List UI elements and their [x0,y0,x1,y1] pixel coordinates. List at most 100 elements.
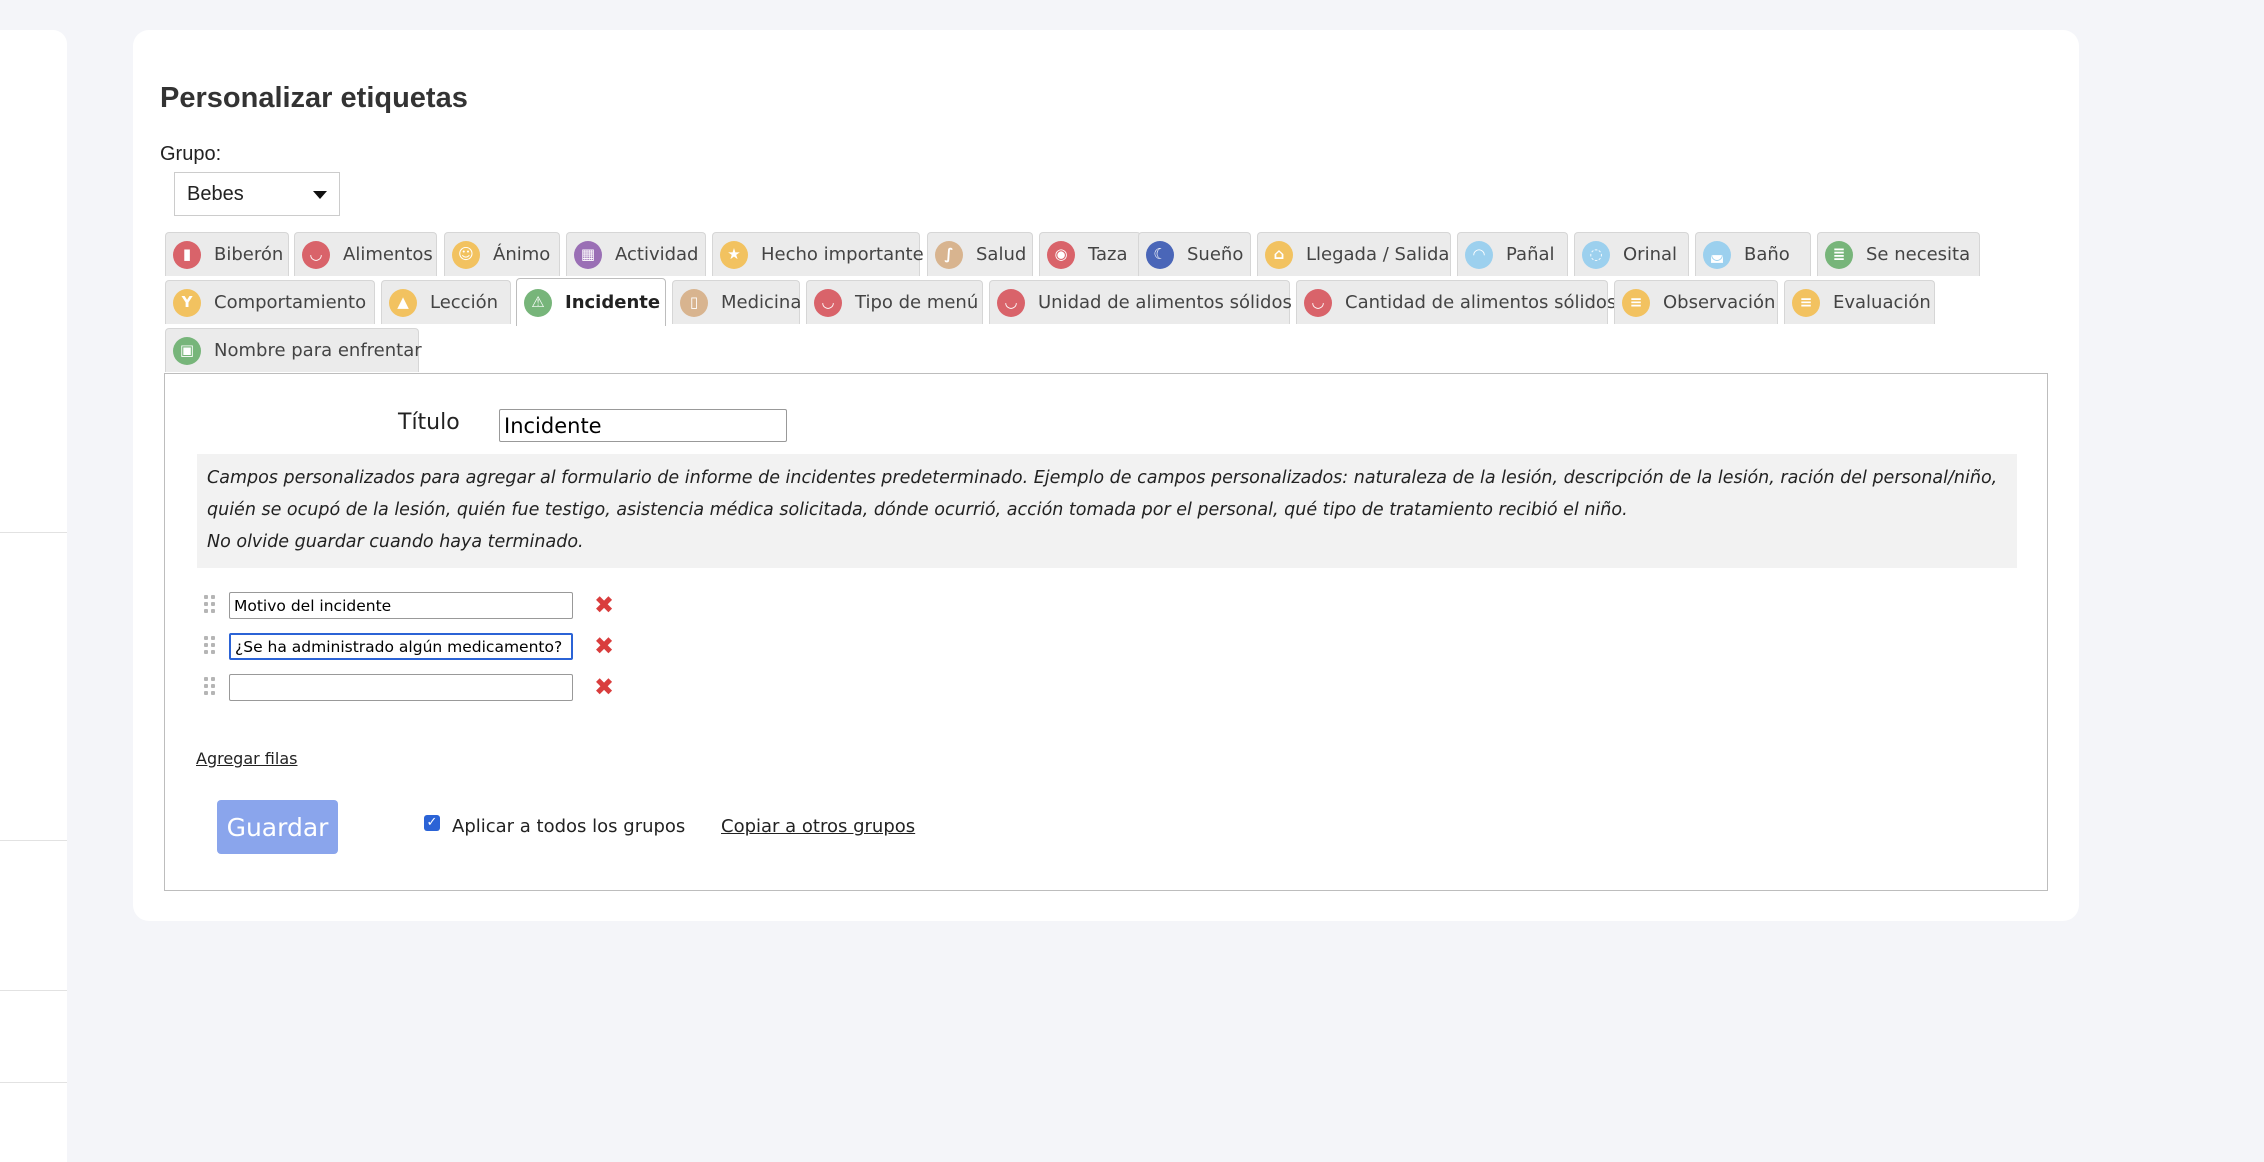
tab-label: Medicina [721,292,802,313]
notepad-icon: ≡ [1792,288,1820,317]
tab-nombre-para-enfrentar[interactable]: ▣ Nombre para enfrentar [165,328,422,372]
custom-field-input[interactable] [229,674,573,701]
tab-salud[interactable]: ∫ Salud [927,232,1033,276]
sidebar-divider [0,1082,67,1083]
tab-label: Incidente [565,292,661,313]
blocks-icon: ▦ [574,240,602,269]
tab-label: Observación [1663,292,1776,313]
stethoscope-icon: ∫ [935,240,963,269]
tab-evaluación[interactable]: ≡ Evaluación [1784,280,1935,324]
chevron-down-icon [313,191,327,199]
tab-unidad-de-alimentos-sólidos[interactable]: ◡ Unidad de alimentos sólidos [989,280,1292,324]
title-field-label: Título [398,410,460,435]
tab-incidente[interactable]: ⚠ Incidente [516,278,666,326]
sidebar-divider [0,840,67,841]
tab-hecho-importante[interactable]: ★ Hecho importante [712,232,924,276]
drag-handle-icon[interactable] [201,674,217,696]
notepad-icon: ≡ [1622,288,1650,317]
tab-label: Ánimo [493,244,551,265]
graduation-cap-icon: ▲ [389,288,417,317]
info-box: Campos personalizados para agregar al fo… [197,454,2017,568]
delete-row-icon[interactable]: ✖ [593,633,615,659]
tab-label: Llegada / Salida [1306,244,1450,265]
sidebar-divider [0,532,67,533]
bowl-icon: ◡ [302,240,330,269]
title-input[interactable] [499,409,787,442]
tab-label: Unidad de alimentos sólidos [1038,292,1292,313]
info-text-line: Campos personalizados para agregar al fo… [207,468,1998,488]
drag-handle-icon[interactable] [201,592,217,614]
custom-field-input[interactable] [229,633,573,660]
tab-baño[interactable]: ◛ Baño [1695,232,1811,276]
bowl-icon: ◡ [997,288,1025,317]
apply-all-checkbox[interactable]: ✓ [424,815,440,831]
tab-pañal[interactable]: ◠ Pañal [1457,232,1568,276]
left-sidebar [0,30,67,1162]
warning-icon: ⚠ [524,288,552,317]
copy-to-groups-link[interactable]: Copiar a otros grupos [721,816,915,837]
tab-tipo-de-menú[interactable]: ◡ Tipo de menú [806,280,983,324]
medicine-bottle-icon: ▯ [680,288,708,317]
tab-cantidad-de-alimentos-sólidos[interactable]: ◡ Cantidad de alimentos sólidos [1296,280,1616,324]
tab-biberón[interactable]: ▮ Biberón [165,232,289,276]
checklist-icon: ≣ [1825,240,1853,269]
tab-label: Tipo de menú [855,292,979,313]
tab-medicina[interactable]: ▯ Medicina [672,280,802,324]
tab-label: Taza [1088,244,1128,265]
star-icon: ★ [720,240,748,269]
incident-tab-panel [164,373,2048,891]
tab-sueño[interactable]: ☾ Sueño [1138,232,1251,276]
tab-se-necesita[interactable]: ≣ Se necesita [1817,232,1980,276]
bowl-icon: ◡ [814,288,842,317]
tab-comportamiento[interactable]: Y Comportamiento [165,280,375,324]
tab-label: Cantidad de alimentos sólidos [1345,292,1617,313]
tab-label: Salud [976,244,1027,265]
baby-bottle-icon: ▮ [173,240,201,269]
potty-icon: ◌ [1582,240,1610,269]
page-title: Personalizar etiquetas [160,82,468,114]
drag-handle-icon[interactable] [201,633,217,655]
tab-orinal[interactable]: ◌ Orinal [1574,232,1689,276]
tab-label: Hecho importante [761,244,924,265]
house-icon: ⌂ [1265,240,1293,269]
tab-label: Biberón [214,244,284,265]
info-text-line: quién se ocupó de la lesión, quién fue t… [207,500,1628,520]
customize-labels-card: Personalizar etiquetas Grupo: Bebes ▮ Bib… [133,30,2079,921]
tab-label: Comportamiento [214,292,367,313]
tab-label: Lección [430,292,499,313]
bathtub-icon: ◛ [1703,240,1731,269]
save-button[interactable]: Guardar [217,800,338,854]
tab-label: Evaluación [1833,292,1931,313]
delete-row-icon[interactable]: ✖ [593,592,615,618]
tab-alimentos[interactable]: ◡ Alimentos [294,232,437,276]
tab-actividad[interactable]: ▦ Actividad [566,232,706,276]
add-rows-link[interactable]: Agregar filas [196,749,297,768]
info-text-line: No olvide guardar cuando haya terminado. [207,532,584,552]
tab-lección[interactable]: ▲ Lección [381,280,511,324]
tab-ánimo[interactable]: ☺ Ánimo [444,232,560,276]
group-select[interactable]: Bebes [174,172,340,216]
tab-label: Actividad [615,244,699,265]
tab-observación[interactable]: ≡ Observación [1614,280,1778,324]
tab-label: Orinal [1623,244,1678,265]
sippy-cup-icon: ◉ [1047,240,1075,269]
face-name-icon: ▣ [173,336,201,365]
delete-row-icon[interactable]: ✖ [593,674,615,700]
apply-all-label: Aplicar a todos los grupos [452,816,686,837]
behavior-icon: Y [173,288,201,317]
tab-label: Sueño [1187,244,1244,265]
diaper-icon: ◠ [1465,240,1493,269]
group-select-value: Bebes [187,183,244,205]
custom-field-input[interactable] [229,592,573,619]
moon-icon: ☾ [1146,240,1174,269]
tab-label: Baño [1744,244,1790,265]
tab-llegada-salida[interactable]: ⌂ Llegada / Salida [1257,232,1451,276]
tab-taza[interactable]: ◉ Taza [1039,232,1141,276]
tab-label: Nombre para enfrentar [214,340,422,361]
sidebar-divider [0,990,67,991]
tab-label: Pañal [1506,244,1555,265]
mood-icon: ☺ [452,240,480,269]
tab-label: Se necesita [1866,244,1971,265]
group-label: Grupo: [160,143,222,165]
bowl-icon: ◡ [1304,288,1332,317]
